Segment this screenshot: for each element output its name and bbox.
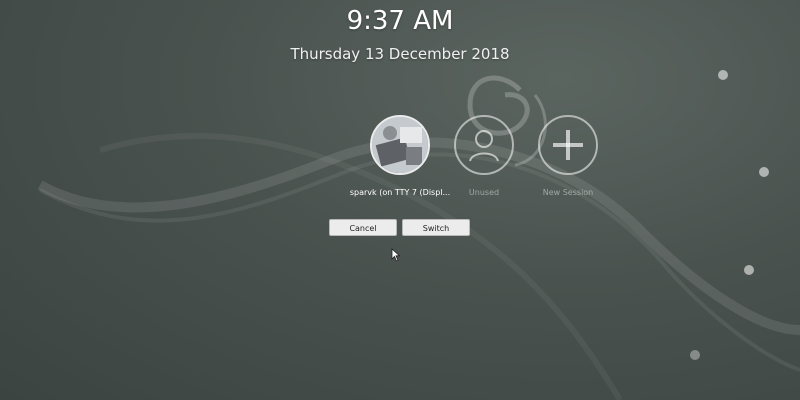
user-avatar (370, 115, 430, 175)
session-new[interactable]: New Session (513, 115, 623, 197)
plus-icon (538, 115, 598, 175)
switch-button[interactable]: Switch (402, 219, 470, 236)
clock-time: 9:37 AM (346, 6, 454, 36)
cancel-button[interactable]: Cancel (329, 219, 397, 236)
session-label: New Session (542, 188, 594, 197)
clock-date: Thursday 13 December 2018 (290, 45, 510, 63)
user-icon (454, 115, 514, 175)
user-avatar-photo-icon (372, 117, 428, 173)
mouse-cursor-icon (391, 248, 401, 262)
